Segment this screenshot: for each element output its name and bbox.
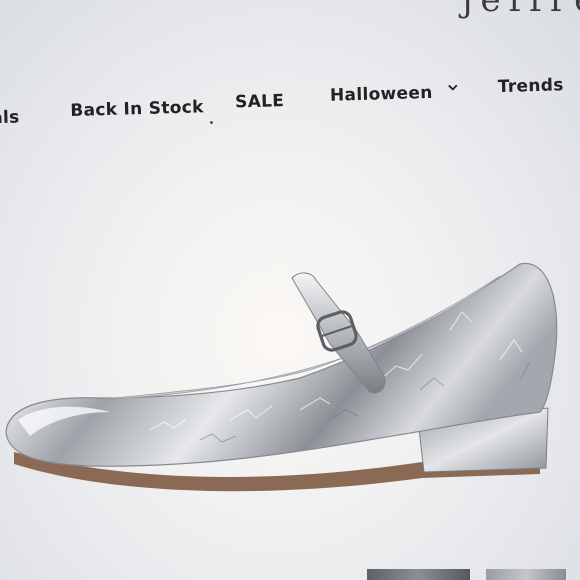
nav-item-sale[interactable]: SALE [235, 91, 285, 112]
main-navigation: rals Back In Stock SALE Halloween Trends [0, 0, 580, 140]
product-image[interactable] [0, 250, 580, 500]
thumbnail-strip [0, 555, 580, 580]
nav-item-partial[interactable]: rals [0, 107, 20, 128]
thumbnail-1[interactable] [367, 569, 470, 580]
nav-item-trends[interactable]: Trends [498, 75, 564, 97]
thumbnail-2[interactable] [486, 569, 566, 580]
nav-item-halloween[interactable]: Halloween [330, 83, 433, 106]
nav-item-back-in-stock[interactable]: Back In Stock [70, 97, 204, 121]
monitor-screen: jeffrey rals Back In Stock SALE Hallowee… [0, 0, 580, 580]
chevron-down-icon[interactable] [448, 82, 458, 92]
screen-speck [210, 121, 213, 124]
